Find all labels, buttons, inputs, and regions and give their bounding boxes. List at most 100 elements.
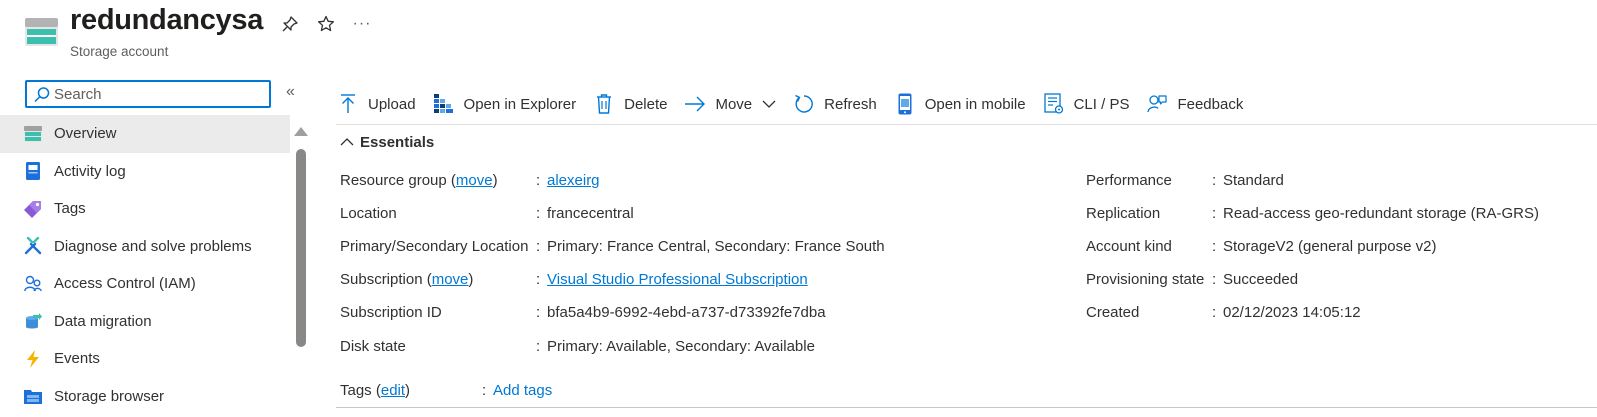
storage-account-icon <box>25 18 58 46</box>
performance-value: Standard <box>1223 172 1284 189</box>
upload-label: Upload <box>368 95 416 113</box>
sidebar-item-diagnose[interactable]: Diagnose and solve problems <box>0 228 290 266</box>
open-in-explorer-label: Open in Explorer <box>463 95 577 113</box>
arrow-right-icon <box>685 94 706 114</box>
subscription-label-text: Subscription ( <box>340 271 432 288</box>
resource-group-label-text: Resource group ( <box>340 172 456 189</box>
wrench-icon <box>24 237 42 255</box>
sidebar-item-tags[interactable]: Tags <box>0 190 290 228</box>
chevron-up-icon <box>340 135 354 149</box>
property-colon: : <box>536 172 541 189</box>
property-colon: : <box>536 304 541 321</box>
tags-label-close: ) <box>405 382 411 399</box>
account-kind-value: StorageV2 (general purpose v2) <box>1223 238 1437 255</box>
move-label: Move <box>715 95 753 113</box>
refresh-label: Refresh <box>824 95 877 113</box>
tag-icon <box>24 200 42 218</box>
search-input[interactable] <box>54 83 266 105</box>
tags-edit-link[interactable]: edit <box>381 382 405 399</box>
sidebar-item-label: Data migration <box>54 312 152 330</box>
resource-group-label-close: ) <box>492 172 498 189</box>
property-colon: : <box>536 238 541 255</box>
page-header: redundancysa Storage account ··· <box>0 0 1597 70</box>
more-options-button[interactable]: ··· <box>350 12 374 36</box>
move-button[interactable]: Move <box>685 88 776 120</box>
scroll-thumb[interactable] <box>296 149 306 347</box>
sidebar-item-activity-log[interactable]: Activity log <box>0 153 290 191</box>
property-colon: : <box>536 338 541 355</box>
search-box[interactable] <box>25 80 271 108</box>
sidebar-item-label: Overview <box>54 125 117 143</box>
primary-secondary-location-label: Primary/Secondary Location <box>340 238 529 255</box>
sidebar-item-label: Storage browser <box>54 387 165 405</box>
disk-state-value: Primary: Available, Secondary: Available <box>547 338 815 355</box>
resource-group-label: Resource group (move) <box>340 172 498 189</box>
toolbar-divider <box>336 124 1597 125</box>
overview-icon <box>24 125 42 143</box>
sidebar-item-overview[interactable]: Overview <box>0 115 290 153</box>
sidebar-nav: Overview Activity log Tags Diagnose and … <box>0 115 290 415</box>
cli-ps-icon <box>1043 93 1064 114</box>
disk-state-label: Disk state <box>340 338 406 355</box>
essentials-toggle[interactable]: Essentials <box>340 132 434 152</box>
tags-label: Tags (edit) <box>340 382 410 399</box>
page-subtitle: Storage account <box>70 44 169 59</box>
open-in-mobile-button[interactable]: Open in mobile <box>895 88 1026 120</box>
lightning-icon <box>24 349 42 368</box>
search-icon <box>34 87 50 103</box>
delete-button[interactable]: Delete <box>594 88 667 120</box>
subscription-move-link[interactable]: move <box>432 271 469 288</box>
location-value: francecentral <box>547 205 634 222</box>
feedback-label: Feedback <box>1177 95 1244 113</box>
mobile-icon <box>895 93 915 115</box>
subscription-link[interactable]: Visual Studio Professional Subscription <box>547 271 808 288</box>
sidebar-item-label: Access Control (IAM) <box>54 275 196 293</box>
scroll-up-arrow-icon[interactable] <box>294 127 308 136</box>
feedback-icon <box>1147 94 1168 114</box>
feedback-button[interactable]: Feedback <box>1147 88 1243 120</box>
subscription-id-value: bfa5a4b9-6992-4ebd-a737-d73392fe7dba <box>547 304 826 321</box>
upload-button[interactable]: Upload <box>338 88 416 120</box>
open-in-explorer-button[interactable]: Open in Explorer <box>433 88 577 120</box>
refresh-button[interactable]: Refresh <box>794 88 877 120</box>
property-colon: : <box>1212 304 1217 321</box>
sidebar-item-storage-browser[interactable]: Storage browser <box>0 378 290 416</box>
resource-group-move-link[interactable]: move <box>456 172 493 189</box>
sidebar-item-label: Diagnose and solve problems <box>54 237 252 255</box>
sidebar-item-label: Tags <box>54 200 86 218</box>
subscription-label-close: ) <box>468 271 474 288</box>
chevron-down-icon <box>762 97 776 111</box>
open-in-mobile-label: Open in mobile <box>924 95 1026 113</box>
sidebar-item-label: Activity log <box>54 162 126 180</box>
location-label: Location <box>340 205 397 222</box>
property-colon: : <box>536 205 541 222</box>
activity-log-icon <box>24 162 42 181</box>
sidebar-item-data-migration[interactable]: Data migration <box>0 303 290 341</box>
sidebar: « Overview Activity log <box>0 72 312 417</box>
replication-value: Read-access geo-redundant storage (RA-GR… <box>1223 205 1539 222</box>
created-value: 02/12/2023 14:05:12 <box>1223 304 1361 321</box>
property-colon: : <box>482 382 487 399</box>
sidebar-item-events[interactable]: Events <box>0 340 290 378</box>
storage-explorer-icon <box>433 94 454 114</box>
cli-ps-button[interactable]: CLI / PS <box>1043 88 1130 120</box>
essentials-bottom-divider <box>336 407 1597 408</box>
subscription-label: Subscription (move) <box>340 271 473 288</box>
people-icon <box>24 275 42 293</box>
provisioning-state-label: Provisioning state <box>1086 271 1205 288</box>
favorite-button[interactable] <box>314 12 338 36</box>
sidebar-item-label: Events <box>54 350 100 368</box>
pin-button[interactable] <box>278 12 302 36</box>
sidebar-scrollbar[interactable] <box>292 127 310 417</box>
star-icon <box>317 15 335 32</box>
collapse-sidebar-button[interactable]: « <box>286 84 304 102</box>
account-kind-label: Account kind <box>1086 238 1172 255</box>
primary-secondary-location-value: Primary: France Central, Secondary: Fran… <box>547 238 885 255</box>
add-tags-link[interactable]: Add tags <box>493 382 552 399</box>
sidebar-item-access-control[interactable]: Access Control (IAM) <box>0 265 290 303</box>
cli-ps-label: CLI / PS <box>1073 95 1130 113</box>
resource-group-link[interactable]: alexeirg <box>547 172 600 189</box>
refresh-icon <box>794 94 814 114</box>
property-colon: : <box>536 271 541 288</box>
ellipsis-icon: ··· <box>352 15 372 32</box>
